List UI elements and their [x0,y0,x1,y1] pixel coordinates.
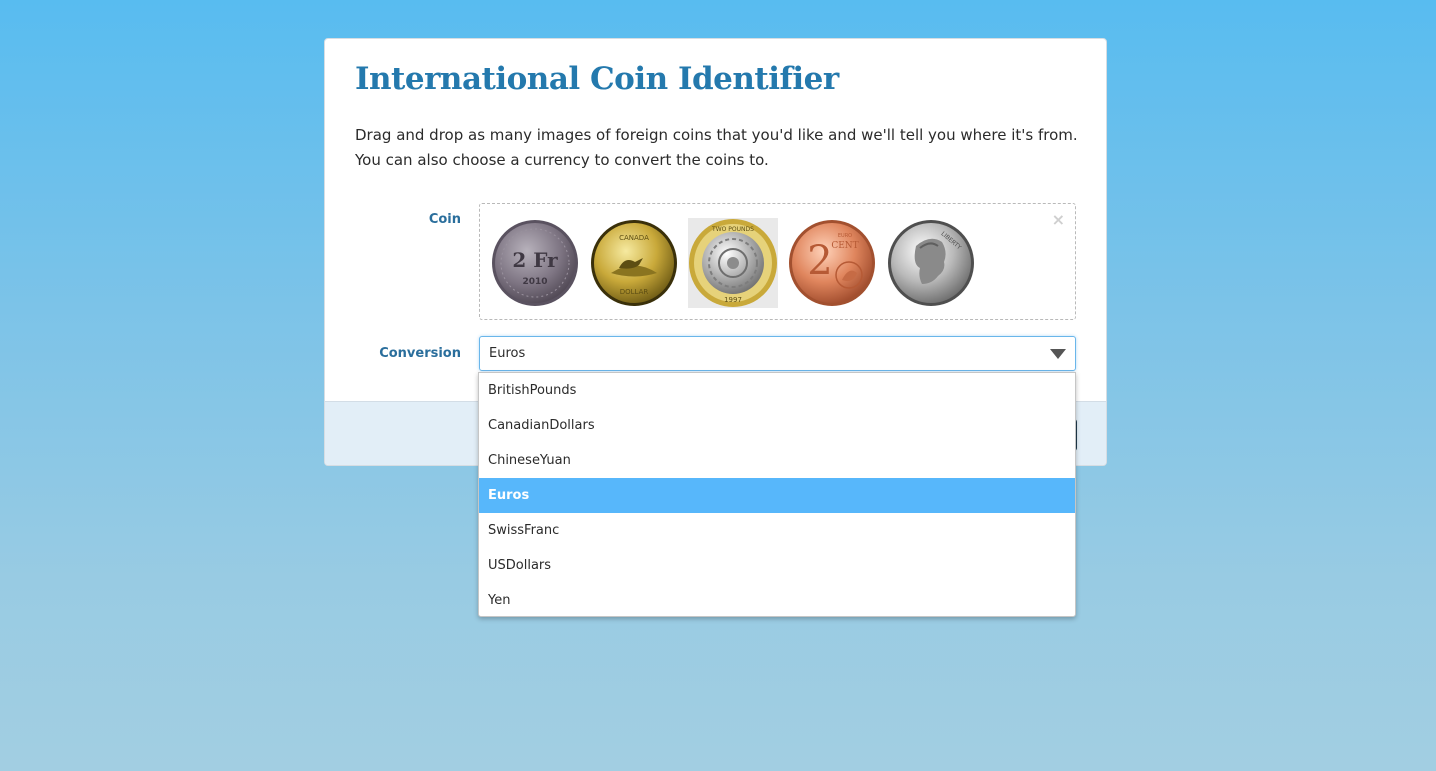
coin-field-label: Coin [428,212,461,227]
us-nickel-coin: LIBERTY [886,218,976,308]
coin-face-text: TWO POUNDS [711,226,754,233]
conversion-select[interactable]: Euros [479,336,1076,371]
page-title: International Coin Identifier [355,61,839,97]
coin-face-text: CANADA [619,234,649,242]
british-two-pound-coin: TWO POUNDS 1997 [688,218,778,308]
euro-2-cent-coin: 2 CENT EURO [787,218,877,308]
coin-year-text: 1997 [724,296,742,304]
option-chinese-yuan[interactable]: ChineseYuan [479,443,1075,478]
option-swiss-franc[interactable]: SwissFranc [479,513,1075,548]
coin-dropzone[interactable]: × 2 Fr 2010 CANADA DOLLAR TWO POUNDS 199… [479,203,1076,320]
conversion-dropdown-list: BritishPounds CanadianDollars ChineseYua… [478,372,1076,617]
option-canadian-dollars[interactable]: CanadianDollars [479,408,1075,443]
canadian-loonie-coin: CANADA DOLLAR [589,218,679,308]
conversion-selected-value: Euros [489,346,526,361]
option-euros[interactable]: Euros [479,478,1075,513]
coin-face-text: 2 [807,238,832,284]
coin-year-text: 2010 [522,277,547,287]
option-us-dollars[interactable]: USDollars [479,548,1075,583]
option-yen[interactable]: Yen [479,583,1075,616]
coin-top-text: EURO [838,233,852,239]
option-british-pounds[interactable]: BritishPounds [479,373,1075,408]
coin-bottom-text: DOLLAR [620,288,649,296]
conversion-field-label: Conversion [379,346,461,361]
chevron-down-icon[interactable] [1050,349,1066,359]
clear-icon[interactable]: × [1052,210,1065,229]
coin-face-text: 2 Fr [512,248,558,272]
page-description: Drag and drop as many images of foreign … [355,126,1078,169]
coin-unit-text: CENT [831,241,858,251]
swiss-2-franc-coin: 2 Fr 2010 [490,218,580,308]
